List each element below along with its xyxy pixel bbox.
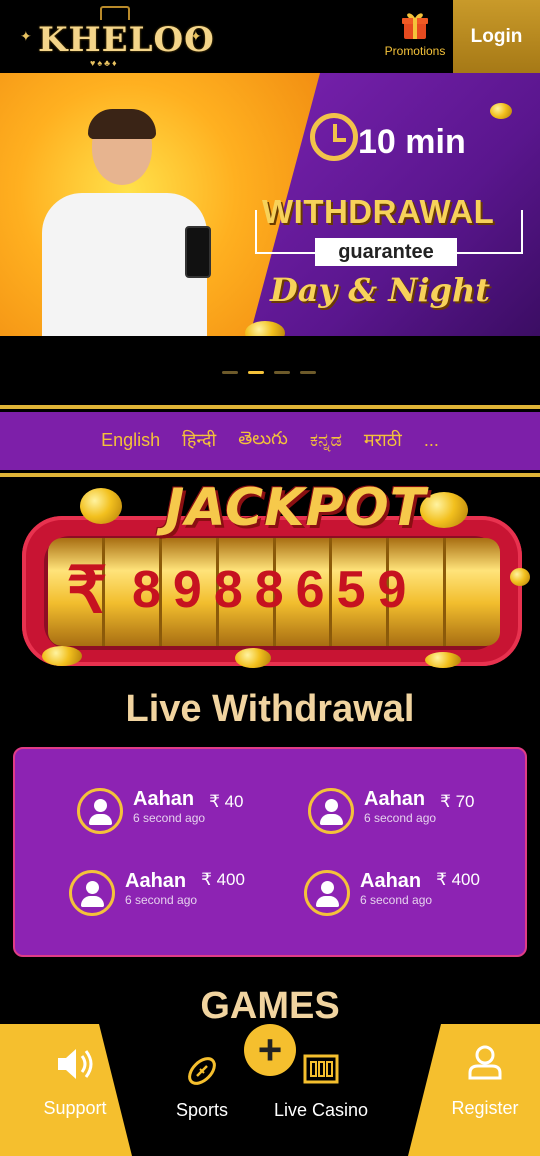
live-casino-button[interactable]: Live Casino — [270, 1054, 372, 1121]
withdrawal-amount: ₹ 70 — [440, 792, 475, 811]
carousel-dot[interactable] — [300, 371, 316, 374]
withdrawal-time: 6 second ago — [125, 893, 198, 907]
withdrawal-user-name: Aahan — [364, 788, 426, 810]
language-selector: English हिन्दी తెలుగు ಕನ್ನಡ मराठी ... — [0, 420, 540, 460]
withdrawal-amount: ₹ 400 — [436, 870, 480, 889]
live-casino-label: Live Casino — [273, 1100, 369, 1120]
language-telugu[interactable]: తెలుగు — [238, 428, 288, 453]
withdrawal-entry: Aahan 6 second ago ₹ 400 — [304, 870, 480, 916]
user-avatar-icon — [77, 788, 123, 834]
person-image — [42, 193, 207, 336]
star-icon: ✦ — [20, 28, 32, 44]
withdrawal-amount: ₹ 400 — [201, 870, 245, 889]
language-english[interactable]: English — [101, 430, 160, 451]
promotions-button[interactable]: Promotions — [380, 10, 450, 65]
language-kannada[interactable]: ಕನ್ನಡ — [310, 430, 342, 451]
games-title: GAMES — [200, 985, 340, 1027]
carousel-dot-active[interactable] — [248, 371, 264, 374]
jackpot-title: JACKPOT — [165, 478, 427, 538]
banner-day-night-text: Day & Night — [270, 271, 491, 309]
user-avatar-icon — [304, 870, 350, 916]
withdrawal-time: 6 second ago — [360, 893, 433, 907]
support-button[interactable]: Support — [30, 1044, 120, 1119]
support-label: Support — [43, 1098, 107, 1118]
user-avatar-icon — [69, 870, 115, 916]
jackpot-widget: JACKPOT ₹ 8988659 — [20, 478, 530, 668]
withdrawal-entry: Aahan 6 second ago ₹ 400 — [69, 870, 245, 916]
coin-icon — [42, 646, 82, 666]
jackpot-digits: 8988659 — [132, 561, 419, 619]
gift-icon — [402, 10, 428, 40]
withdrawal-amount: ₹ 40 — [209, 792, 244, 811]
withdrawal-entry: Aahan 6 second ago ₹ 40 — [77, 788, 244, 834]
coin-icon — [80, 488, 122, 524]
coin-icon — [490, 103, 512, 119]
register-label: Register — [451, 1098, 519, 1118]
live-withdrawal-card: Aahan 6 second ago ₹ 40 Aahan 6 second a… — [13, 747, 527, 957]
language-more[interactable]: ... — [424, 430, 439, 451]
jackpot-amount: ₹ 8988659 — [52, 550, 502, 630]
user-avatar-icon — [308, 788, 354, 834]
promo-banner[interactable]: 10 min WITHDRAWAL guarantee Day & Night — [0, 73, 540, 336]
card-suits-icon: ♥♠♣♦ — [90, 58, 119, 68]
withdrawal-user-name: Aahan — [360, 870, 422, 892]
language-hindi[interactable]: हिन्दी — [182, 428, 216, 452]
logo-crown-icon — [100, 6, 130, 20]
coin-icon — [510, 568, 530, 586]
speaker-icon — [58, 1049, 93, 1079]
coin-icon — [235, 648, 271, 668]
withdrawal-time: 6 second ago — [364, 811, 437, 825]
banner-guarantee-text: guarantee — [315, 238, 457, 266]
banner-withdrawal-text: WITHDRAWAL — [262, 193, 495, 230]
clock-icon — [310, 113, 358, 161]
bottom-nav: Support Sports + Live Casino Register — [0, 1024, 540, 1156]
football-icon — [188, 1057, 216, 1085]
withdrawal-user-name: Aahan — [133, 788, 195, 810]
banner-time-text: 10 min — [358, 123, 466, 161]
kheloo-logo[interactable]: ✦ ✦ KHELOO ♥♠♣♦ — [20, 6, 214, 68]
coin-icon — [420, 492, 468, 528]
user-icon — [468, 1045, 502, 1080]
sports-label: Sports — [175, 1100, 229, 1120]
withdrawal-time: 6 second ago — [133, 811, 206, 825]
withdrawal-user-name: Aahan — [125, 870, 187, 892]
sports-button[interactable]: Sports — [160, 1054, 244, 1121]
logo-text: KHELOO — [38, 20, 215, 60]
promotions-label: Promotions — [384, 44, 446, 58]
live-withdrawal-title: Live Withdrawal — [125, 688, 415, 730]
phone-image — [185, 226, 211, 278]
slot-machine-icon — [303, 1054, 339, 1084]
login-button[interactable]: Login — [453, 0, 540, 73]
rupee-icon: ₹ — [66, 553, 108, 626]
language-marathi[interactable]: मराठी — [364, 428, 402, 452]
carousel-indicator — [222, 371, 316, 374]
coin-icon — [425, 652, 461, 668]
register-button[interactable]: Register — [440, 1044, 530, 1119]
carousel-dot[interactable] — [222, 371, 238, 374]
carousel-dot[interactable] — [274, 371, 290, 374]
header: ✦ ✦ KHELOO ♥♠♣♦ Promotions Login — [0, 0, 540, 73]
person-hair — [88, 109, 156, 139]
withdrawal-entry: Aahan 6 second ago ₹ 70 — [308, 788, 475, 834]
